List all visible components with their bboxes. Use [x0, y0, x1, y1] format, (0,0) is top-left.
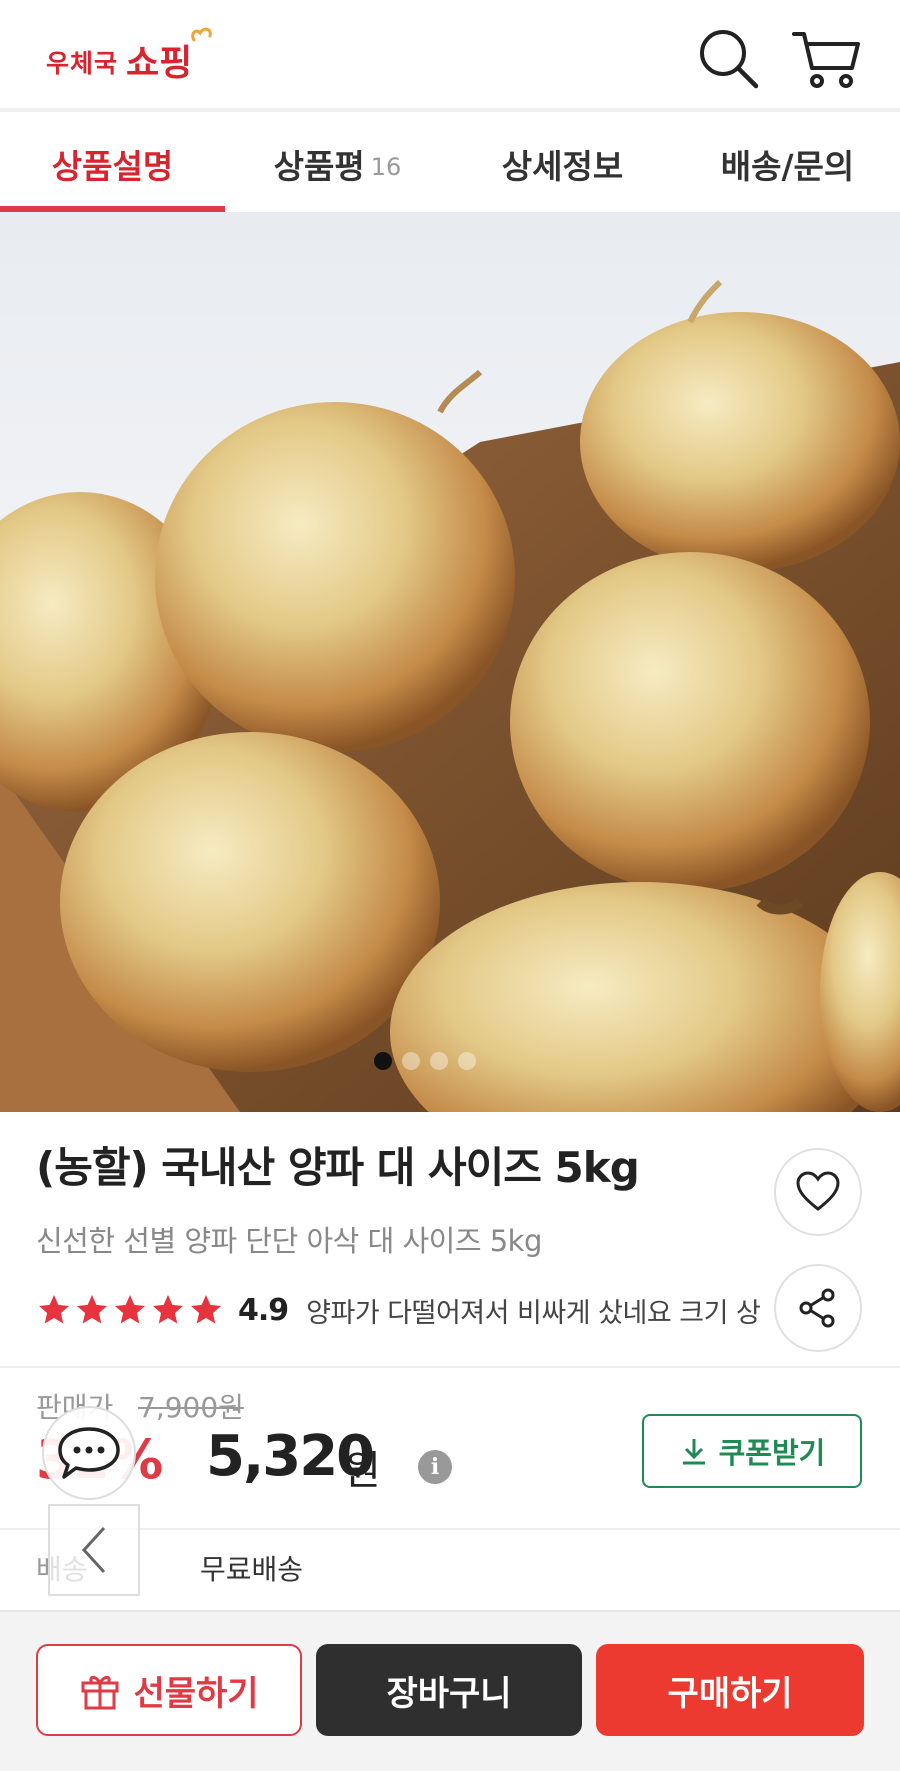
add-to-cart-button[interactable]: 장바구니: [316, 1644, 582, 1736]
product-image[interactable]: [0, 212, 900, 1112]
coupon-label: 쿠폰받기: [718, 1436, 826, 1470]
star-icon: [77, 1295, 107, 1324]
star-icon: [191, 1295, 221, 1324]
logo-text-small: 우체국: [46, 49, 119, 78]
rating-score: 4.9: [238, 1292, 289, 1328]
divider: [0, 1366, 900, 1368]
tab-label: 상세정보: [501, 147, 624, 186]
wishlist-button[interactable]: [774, 1148, 862, 1236]
cart-label: 장바구니: [386, 1673, 512, 1714]
cart-icon[interactable]: [790, 26, 860, 92]
rating-stars: [36, 1292, 224, 1328]
product-tabs: 상품설명 상품평 16 상세정보 배송/문의: [0, 116, 900, 212]
tab-label: 상품평: [273, 147, 365, 186]
bottom-action-bar: 선물하기 장바구니 구매하기: [0, 1610, 900, 1771]
share-icon: [799, 1288, 835, 1328]
gift-button[interactable]: 선물하기: [36, 1644, 302, 1736]
product-title: (농할) 국내산 양파 대 사이즈 5kg: [36, 1143, 640, 1192]
logo-text-big: 쇼핑: [126, 43, 193, 84]
tab-shipping-inquiry[interactable]: 배송/문의: [675, 116, 900, 212]
gift-icon: [81, 1675, 119, 1710]
original-price: 7,900원: [138, 1391, 244, 1424]
review-snippet: 양파가 다떨어져서 비싸게 샀네요 크기 상태: [306, 1297, 760, 1329]
tab-description[interactable]: 상품설명: [0, 116, 225, 212]
heart-icon: [796, 1171, 840, 1211]
rating-row[interactable]: 4.9 양파가 다떨어져서 비싸게 샀네요 크기 상태: [36, 1290, 760, 1330]
shop-logo[interactable]: 우체국 쇼핑: [46, 26, 218, 86]
buy-now-button[interactable]: 구매하기: [596, 1644, 864, 1736]
pagination-dot[interactable]: [430, 1052, 448, 1070]
back-button[interactable]: [48, 1504, 140, 1596]
pagination-dot[interactable]: [374, 1052, 392, 1070]
buy-label: 구매하기: [667, 1673, 793, 1714]
download-icon: [682, 1439, 705, 1465]
share-button[interactable]: [774, 1264, 862, 1352]
star-icon: [115, 1295, 145, 1324]
gift-label: 선물하기: [133, 1673, 259, 1714]
info-icon[interactable]: i: [418, 1450, 452, 1484]
shipping-value: 무료배송: [200, 1553, 304, 1586]
image-pagination: [374, 1052, 476, 1070]
pagination-dot[interactable]: [402, 1052, 420, 1070]
coupon-button[interactable]: 쿠폰받기: [642, 1414, 862, 1488]
price-unit: 원: [344, 1448, 381, 1494]
search-icon[interactable]: [696, 26, 762, 92]
tab-details[interactable]: 상세정보: [450, 116, 675, 212]
star-icon: [39, 1295, 69, 1324]
star-icon: [153, 1295, 183, 1324]
tab-label: 상품설명: [51, 147, 174, 186]
chevron-left-icon: [81, 1526, 106, 1574]
logo-heart-icon: [191, 27, 213, 42]
app-header: 우체국 쇼핑: [0, 0, 900, 112]
onion-photo: [0, 279, 900, 1112]
chat-button[interactable]: [42, 1406, 136, 1500]
tab-label: 배송/문의: [720, 147, 855, 186]
product-subtitle: 신선한 선별 양파 단단 아삭 대 사이즈 5kg: [36, 1224, 542, 1258]
review-count: 16: [370, 153, 402, 181]
tab-reviews[interactable]: 상품평 16: [225, 116, 450, 212]
pagination-dot[interactable]: [458, 1052, 476, 1070]
chat-bubble-icon: [58, 1427, 120, 1479]
